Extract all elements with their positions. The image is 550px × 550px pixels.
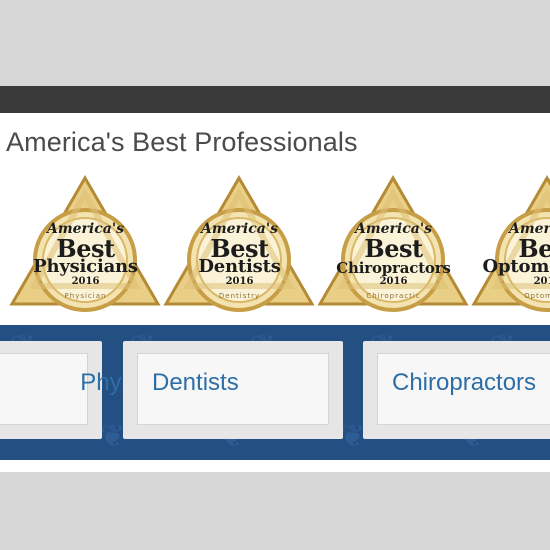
badge-dentists[interactable]: America's Best Dentists 2016 Dentistry [162,175,317,312]
bottom-strip [0,460,550,472]
badge-optometrists[interactable]: America's Best Optometrists 2016 Optomet… [470,175,550,312]
category-label-chiropractors[interactable]: Chiropractors [392,369,536,397]
badge-year: 2016 [533,276,550,287]
page-heading: America's Best Professionals [6,127,358,157]
badge-caption: Physician [64,292,107,300]
badge-caption: Chiropractic [366,292,421,300]
badge-year: 2016 [225,276,254,287]
badge-caption: Optometry [524,292,550,300]
badge-year: 2016 [71,276,100,287]
category-label-dentists[interactable]: Dentists [152,369,239,397]
category-card-inner [0,353,88,425]
page-content: America's Best Professionals America's B… [0,113,550,472]
category-card-chiropractors[interactable]: Chiropractors [363,341,550,439]
badge-line3: Physicians [33,256,138,277]
badge-line3: Optometrists [482,256,550,277]
award-badges: America's Best Physicians 2016 Physician… [0,175,550,312]
badge-line3: Dentists [198,256,281,277]
category-card-dentists[interactable]: Dentists [123,341,343,439]
badge-chiropractors[interactable]: America's Best Chiropractors 2016 Chirop… [316,175,471,312]
category-card-physicians[interactable]: Physicians [0,341,195,439]
badge-year: 2016 [379,276,408,287]
screenshot-frame: America's Best Professionals America's B… [0,0,550,550]
badge-caption: Dentistry [218,292,261,300]
badge-physicians[interactable]: America's Best Physicians 2016 Physician [8,175,163,312]
site-top-bar [0,86,550,113]
badge-line3: Chiropractors [336,259,451,277]
